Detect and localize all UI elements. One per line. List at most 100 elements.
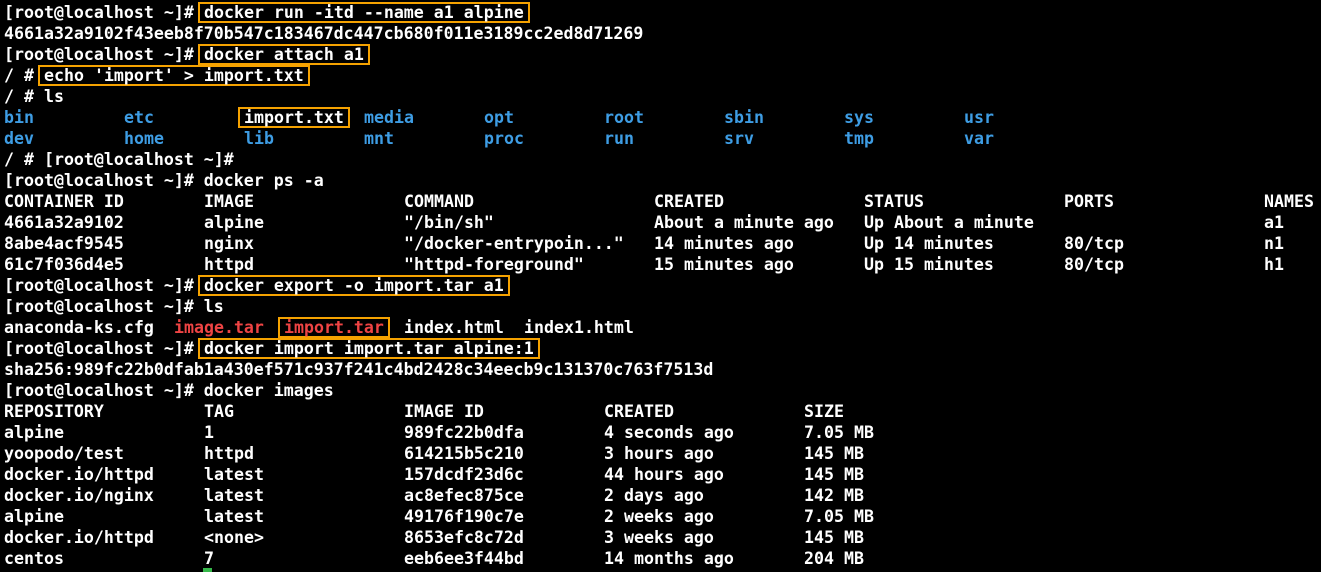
line-ls-row-1-text-6: sbin [724, 108, 764, 127]
line-images-row-centos-text-0: centos [4, 549, 64, 568]
line-shell-ls-text-0: / # ls [4, 87, 64, 106]
line-images-row-nginx-text-3: 2 days ago [604, 486, 704, 505]
line-images-row-centos-text-2: eeb6ee3f44bd [404, 549, 524, 568]
line-ps-row-n1-text-3: 14 minutes ago [654, 234, 794, 253]
line-images-row-nginx-text-1: latest [204, 486, 264, 505]
line-prompt-docker-attach-text-1: docker attach a1 [204, 45, 364, 64]
line-images-row-alpine-latest-text-2: 49176f190c7e [404, 507, 524, 526]
line-ps-row-h1-text-1: httpd [204, 255, 254, 274]
line-ps-header-text-2: COMMAND [404, 192, 474, 211]
line-images-row-yoopodo-test-text-4: 145 MB [804, 444, 864, 463]
line-ls-row-2-text-2: lib [244, 129, 274, 148]
line-prompt-ls-text-0: [root@localhost ~]# ls [4, 297, 224, 316]
line-ps-header-text-4: STATUS [864, 192, 924, 211]
line-images-header-text-4: SIZE [804, 402, 844, 421]
line-ls-files-text-4: index1.html [524, 318, 634, 337]
line-ls-row-2-text-5: run [604, 129, 634, 148]
line-ls-row-1-text-2: import.txt [244, 108, 344, 127]
line-images-row-alpine-1-text-1: 1 [204, 423, 214, 442]
line-ps-row-h1-text-4: Up 15 minutes [864, 255, 994, 274]
line-images-row-httpd-none-text-1: <none> [204, 528, 264, 547]
line-images-row-alpine-1-text-3: 4 seconds ago [604, 423, 734, 442]
line-images-header-text-0: REPOSITORY [4, 402, 104, 421]
line-prompt-docker-attach-text-0: [root@localhost ~]# [4, 45, 204, 64]
line-images-row-httpd-text-3: 44 hours ago [604, 465, 724, 484]
line-ls-row-2-text-4: proc [484, 129, 524, 148]
line-ps-header-text-6: NAMES [1264, 192, 1314, 211]
line-ls-files-text-1: image.tar [174, 318, 264, 337]
line-ls-row-1-text-4: opt [484, 108, 514, 127]
line-ps-row-h1-text-5: 80/tcp [1064, 255, 1124, 274]
line-ps-row-n1-text-4: Up 14 minutes [864, 234, 994, 253]
line-ps-row-n1-text-2: "/docker-entrypoin..." [404, 234, 624, 253]
line-images-row-alpine-latest-text-3: 2 weeks ago [604, 507, 714, 526]
line-images-row-httpd-none-text-4: 145 MB [804, 528, 864, 547]
line-ls-row-1-text-5: root [604, 108, 644, 127]
line-images-row-alpine-latest-text-1: latest [204, 507, 264, 526]
line-images-row-yoopodo-test-text-2: 614215b5c210 [404, 444, 524, 463]
line-images-row-httpd-text-0: docker.io/httpd [4, 465, 154, 484]
line-images-row-centos-text-1: 7 [204, 549, 214, 568]
line-images-row-centos-text-3: 14 months ago [604, 549, 734, 568]
line-ps-header-text-5: PORTS [1064, 192, 1114, 211]
line-images-row-alpine-latest-text-0: alpine [4, 507, 64, 526]
line-ps-row-a1-text-1: alpine [204, 213, 264, 232]
line-ls-row-2-text-1: home [124, 129, 164, 148]
line-ps-row-n1-text-6: n1 [1264, 234, 1284, 253]
line-images-row-yoopodo-test-text-0: yoopodo/test [4, 444, 124, 463]
line-images-header-text-3: CREATED [604, 402, 674, 421]
line-ls-row-2-text-8: var [964, 129, 994, 148]
line-import-digest-text-0: sha256:989fc22b0dfab1a430ef571c937f241c4… [4, 360, 714, 379]
line-images-header-text-1: TAG [204, 402, 234, 421]
line-ls-row-2-text-3: mnt [364, 129, 394, 148]
line-ps-header-text-0: CONTAINER ID [4, 192, 124, 211]
line-images-row-yoopodo-test-text-1: httpd [204, 444, 254, 463]
line-prompt-docker-import-text-1: docker import import.tar alpine:1 [204, 339, 534, 358]
terminal-window[interactable]: [root@localhost ~]# docker run -itd --na… [0, 0, 1321, 572]
line-images-row-httpd-text-2: 157dcdf23d6c [404, 465, 524, 484]
line-images-row-centos-text-4: 204 MB [804, 549, 864, 568]
line-ps-row-h1-text-0: 61c7f036d4e5 [4, 255, 124, 274]
line-ps-row-h1-text-2: "httpd-foreground" [404, 255, 584, 274]
line-ps-row-a1-text-4: Up About a minute [864, 213, 1034, 232]
line-images-row-httpd-none-text-2: 8653efc8c72d [404, 528, 524, 547]
line-ls-row-1-text-3: media [364, 108, 414, 127]
line-images-header-text-2: IMAGE ID [404, 402, 484, 421]
line-prompt-docker-export-text-0: [root@localhost ~]# [4, 276, 204, 295]
line-ps-row-n1-text-0: 8abe4acf9545 [4, 234, 124, 253]
line-images-row-alpine-1-text-2: 989fc22b0dfa [404, 423, 524, 442]
line-ls-row-2-text-6: srv [724, 129, 754, 148]
line-prompt-docker-ps-text-0: [root@localhost ~]# docker ps -a [4, 171, 324, 190]
line-ps-row-a1-text-0: 4661a32a9102 [4, 213, 124, 232]
line-images-row-alpine-1-text-0: alpine [4, 423, 64, 442]
line-images-row-alpine-latest-text-4: 7.05 MB [804, 507, 874, 526]
line-ls-row-1-text-0: bin [4, 108, 34, 127]
line-container-id-output-text-0: 4661a32a9102f43eeb8f70b547c183467dc447cb… [4, 24, 644, 43]
line-prompt-docker-run-text-0: [root@localhost ~]# [4, 3, 204, 22]
line-ps-row-a1-text-2: "/bin/sh" [404, 213, 494, 232]
line-ls-row-2-text-0: dev [4, 129, 34, 148]
line-ls-row-2-text-7: tmp [844, 129, 874, 148]
line-ps-header-text-1: IMAGE [204, 192, 254, 211]
line-ps-row-a1-text-5: a1 [1264, 213, 1284, 232]
line-shell-echo-text-1: echo 'import' > import.txt [44, 66, 304, 85]
line-prompt-docker-export-text-1: docker export -o import.tar a1 [204, 276, 504, 295]
line-images-row-httpd-none-text-0: docker.io/httpd [4, 528, 154, 547]
line-images-row-nginx-text-0: docker.io/nginx [4, 486, 154, 505]
line-ls-files-text-2: import.tar [284, 318, 384, 337]
line-detach-prompt-text-0: / # [root@localhost ~]# [4, 150, 234, 169]
line-shell-echo-text-0: / # [4, 66, 44, 85]
line-ls-files-text-0: anaconda-ks.cfg [4, 318, 154, 337]
line-ps-row-n1-text-1: nginx [204, 234, 254, 253]
line-prompt-docker-import-text-0: [root@localhost ~]# [4, 339, 194, 358]
line-ps-header-text-3: CREATED [654, 192, 724, 211]
line-images-row-nginx-text-2: ac8efec875ce [404, 486, 524, 505]
terminal-cursor [203, 568, 212, 572]
line-images-row-alpine-1-text-4: 7.05 MB [804, 423, 874, 442]
line-ls-row-1-text-8: usr [964, 108, 994, 127]
line-images-row-httpd-text-1: latest [204, 465, 264, 484]
line-images-row-nginx-text-4: 142 MB [804, 486, 864, 505]
line-ls-row-1-text-7: sys [844, 108, 874, 127]
line-ps-row-h1-text-6: h1 [1264, 255, 1284, 274]
line-ls-files-text-3: index.html [404, 318, 504, 337]
